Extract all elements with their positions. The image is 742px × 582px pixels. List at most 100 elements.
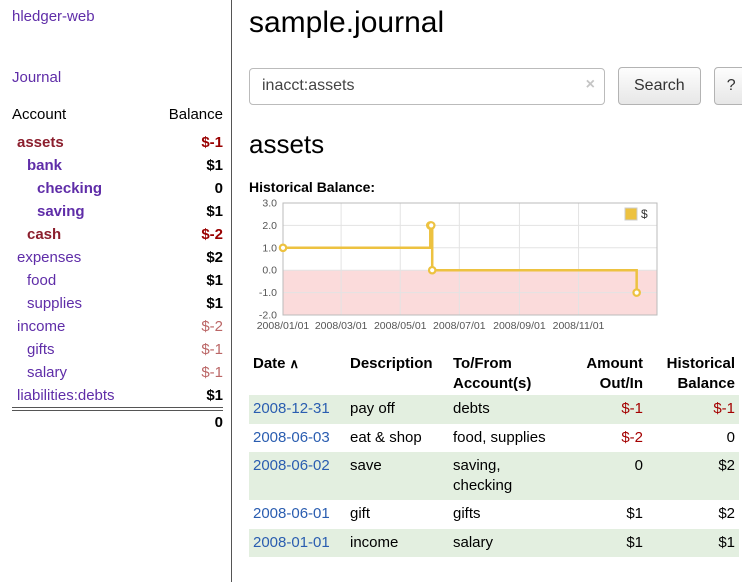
svg-text:2008/01/01: 2008/01/01	[257, 320, 310, 332]
page-title: sample.journal	[249, 6, 742, 40]
accounts-total-value: 0	[150, 409, 223, 434]
account-row: salary $-1	[12, 361, 223, 384]
account-heading: assets	[249, 129, 742, 160]
accounts-header-account: Account	[12, 104, 150, 131]
transaction-description: income	[346, 529, 449, 558]
account-balance: $2	[150, 246, 223, 269]
accounts-total-spacer	[12, 409, 150, 434]
register-header-row: Date ∧ Description To/From Account(s) Amo…	[249, 352, 739, 395]
svg-text:2008/07/01: 2008/07/01	[433, 320, 486, 332]
accounts-total-row: 0	[12, 409, 223, 434]
account-row: assets $-1	[12, 131, 223, 154]
svg-text:2008/03/01: 2008/03/01	[315, 320, 368, 332]
register-row: 2008-12-31pay offdebts$-1$-1	[249, 395, 739, 424]
transaction-date-link[interactable]: 2008-06-02	[253, 457, 330, 474]
header-date[interactable]: Date ∧	[249, 352, 346, 395]
header-description: Description	[346, 352, 449, 395]
account-balance: $1	[150, 269, 223, 292]
chart-svg: 3.02.01.00.0-1.0-2.02008/01/012008/03/01…	[249, 197, 665, 337]
search-bar: × Search ?	[249, 67, 742, 105]
account-link[interactable]: food	[12, 272, 56, 289]
journal-link[interactable]: Journal	[12, 69, 223, 86]
account-row: gifts $-1	[12, 338, 223, 361]
account-balance: $1	[150, 200, 223, 223]
svg-text:1.0: 1.0	[262, 242, 277, 254]
accounts-header-row: Account Balance	[12, 104, 223, 131]
account-row: income $-2	[12, 315, 223, 338]
transaction-amount: 0	[561, 452, 647, 500]
account-balance: $1	[150, 384, 223, 409]
account-link[interactable]: liabilities:debts	[12, 387, 115, 404]
register-table: Date ∧ Description To/From Account(s) Amo…	[249, 352, 739, 557]
account-balance: $-1	[150, 131, 223, 154]
transaction-accounts: food, supplies	[449, 424, 561, 453]
transaction-amount: $-2	[561, 424, 647, 453]
account-row: saving $1	[12, 200, 223, 223]
transaction-date-link[interactable]: 2008-06-03	[253, 429, 330, 446]
svg-text:0.0: 0.0	[262, 265, 277, 277]
account-row: cash $-2	[12, 223, 223, 246]
account-balance: $-1	[150, 338, 223, 361]
transaction-description: save	[346, 452, 449, 500]
search-input[interactable]	[249, 68, 605, 105]
svg-text:2008/11/01: 2008/11/01	[553, 320, 605, 332]
transaction-balance: $-1	[647, 395, 739, 424]
transaction-date-link[interactable]: 2008-01-01	[253, 534, 330, 551]
transaction-amount: $1	[561, 529, 647, 558]
sidebar: hledger-web Journal Account Balance asse…	[0, 0, 232, 582]
clear-search-icon[interactable]: ×	[586, 76, 595, 94]
account-link[interactable]: checking	[12, 180, 102, 197]
transaction-accounts: salary	[449, 529, 561, 558]
header-accounts: To/From Account(s)	[449, 352, 561, 395]
account-link[interactable]: supplies	[12, 295, 82, 312]
search-field-wrap: ×	[249, 68, 605, 105]
svg-text:2008/05/01: 2008/05/01	[374, 320, 427, 332]
account-link[interactable]: income	[12, 318, 65, 335]
transaction-date-link[interactable]: 2008-06-01	[253, 505, 330, 522]
account-link[interactable]: saving	[12, 203, 85, 220]
accounts-table: Account Balance assets$-1bank$1checking0…	[12, 104, 223, 434]
account-link[interactable]: bank	[12, 157, 62, 174]
register-row: 2008-06-01giftgifts$1$2	[249, 500, 739, 529]
sort-asc-icon: ∧	[290, 356, 300, 371]
search-button[interactable]: Search	[618, 67, 701, 105]
svg-text:$: $	[641, 207, 648, 221]
help-button[interactable]: ?	[714, 67, 742, 105]
transaction-description: pay off	[346, 395, 449, 424]
transaction-balance: $2	[647, 452, 739, 500]
balance-chart: 3.02.01.00.0-1.0-2.02008/01/012008/03/01…	[249, 197, 665, 342]
account-balance: $1	[150, 292, 223, 315]
transaction-accounts: gifts	[449, 500, 561, 529]
app-title-link[interactable]: hledger-web	[12, 8, 223, 25]
account-link[interactable]: expenses	[12, 249, 81, 266]
account-balance: 0	[150, 177, 223, 200]
account-balance: $-1	[150, 361, 223, 384]
account-link[interactable]: salary	[12, 364, 67, 381]
svg-text:2008/09/01: 2008/09/01	[493, 320, 546, 332]
svg-text:2.0: 2.0	[262, 220, 277, 232]
transaction-amount: $1	[561, 500, 647, 529]
account-row: bank$1	[12, 154, 223, 177]
account-link[interactable]: assets	[12, 134, 64, 151]
transaction-amount: $-1	[561, 395, 647, 424]
account-link[interactable]: cash	[12, 226, 61, 243]
svg-text:3.0: 3.0	[262, 198, 277, 210]
transaction-balance: $1	[647, 529, 739, 558]
transaction-balance: 0	[647, 424, 739, 453]
chart-title: Historical Balance:	[249, 179, 742, 195]
account-row: expenses $2	[12, 246, 223, 269]
account-balance: $-2	[150, 223, 223, 246]
register-row: 2008-06-03 eat & shopfood, supplies$-20	[249, 424, 739, 453]
transaction-date-link[interactable]: 2008-12-31	[253, 400, 330, 417]
account-link[interactable]: gifts	[12, 341, 55, 358]
register-row: 2008-01-01incomesalary$1$1	[249, 529, 739, 558]
register-row: 2008-06-02savesaving, checking0$2	[249, 452, 739, 500]
transaction-description: eat & shop	[346, 424, 449, 453]
header-date-label: Date	[253, 355, 286, 372]
hledger-web-app: hledger-web Journal Account Balance asse…	[0, 0, 742, 582]
transaction-accounts: debts	[449, 395, 561, 424]
header-amount: Amount Out/In	[561, 352, 647, 395]
transaction-balance: $2	[647, 500, 739, 529]
account-balance: $-2	[150, 315, 223, 338]
account-row: supplies $1	[12, 292, 223, 315]
